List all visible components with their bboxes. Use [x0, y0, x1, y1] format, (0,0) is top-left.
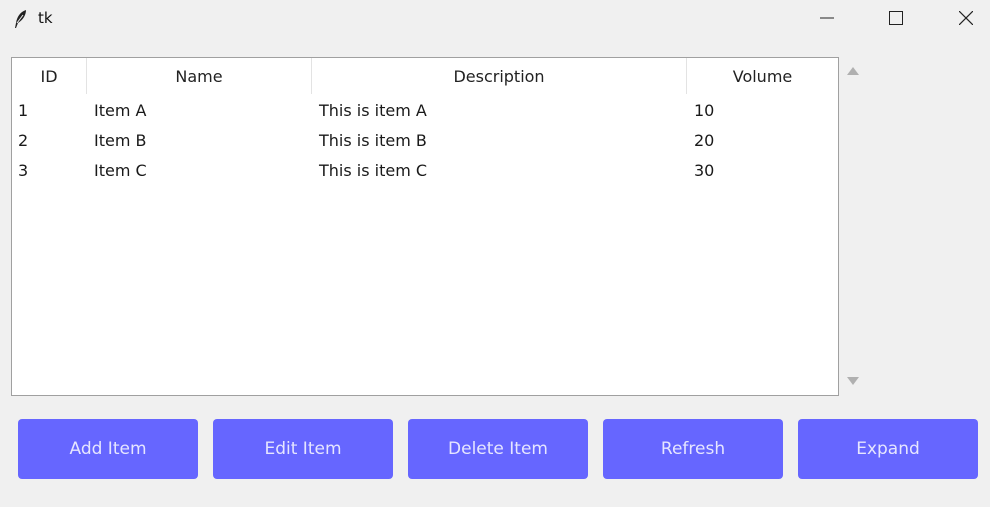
column-header-id[interactable]: ID	[12, 58, 87, 94]
refresh-button[interactable]: Refresh	[603, 419, 783, 479]
close-icon	[958, 10, 974, 29]
maximize-button[interactable]	[873, 0, 919, 38]
add-item-button[interactable]: Add Item	[18, 419, 198, 479]
cell-description: This is item B	[319, 131, 427, 150]
edit-item-button[interactable]: Edit Item	[213, 419, 393, 479]
expand-button[interactable]: Expand	[798, 419, 978, 479]
close-button[interactable]	[943, 0, 989, 38]
column-header-volume[interactable]: Volume	[687, 58, 838, 94]
column-header-name[interactable]: Name	[87, 58, 312, 94]
delete-item-button[interactable]: Delete Item	[408, 419, 588, 479]
cell-name: Item C	[94, 161, 147, 180]
cell-volume: 20	[694, 131, 715, 150]
items-treeview[interactable]: ID Name Description Volume 1 Item A This…	[11, 57, 839, 396]
cell-description: This is item A	[319, 101, 427, 120]
cell-volume: 30	[694, 161, 715, 180]
vertical-scrollbar[interactable]	[840, 57, 866, 396]
minimize-icon	[820, 10, 834, 29]
table-row[interactable]: 3 Item C This is item C 30	[12, 156, 838, 186]
maximize-icon	[889, 10, 903, 29]
scroll-down-arrow-icon[interactable]	[846, 375, 860, 387]
cell-id: 2	[18, 131, 29, 150]
scroll-up-arrow-icon[interactable]	[846, 65, 860, 77]
column-header-description[interactable]: Description	[312, 58, 687, 94]
cell-id: 3	[18, 161, 29, 180]
table-header: ID Name Description Volume	[12, 58, 838, 94]
window-title: tk	[38, 9, 53, 27]
minimize-button[interactable]	[804, 0, 850, 38]
cell-name: Item A	[94, 101, 147, 120]
title-bar: tk	[0, 0, 990, 38]
cell-name: Item B	[94, 131, 147, 150]
cell-description: This is item C	[319, 161, 428, 180]
table-row[interactable]: 1 Item A This is item A 10	[12, 96, 838, 126]
table-row[interactable]: 2 Item B This is item B 20	[12, 126, 838, 156]
cell-id: 1	[18, 101, 29, 120]
cell-volume: 10	[694, 101, 715, 120]
feather-icon	[13, 9, 29, 29]
